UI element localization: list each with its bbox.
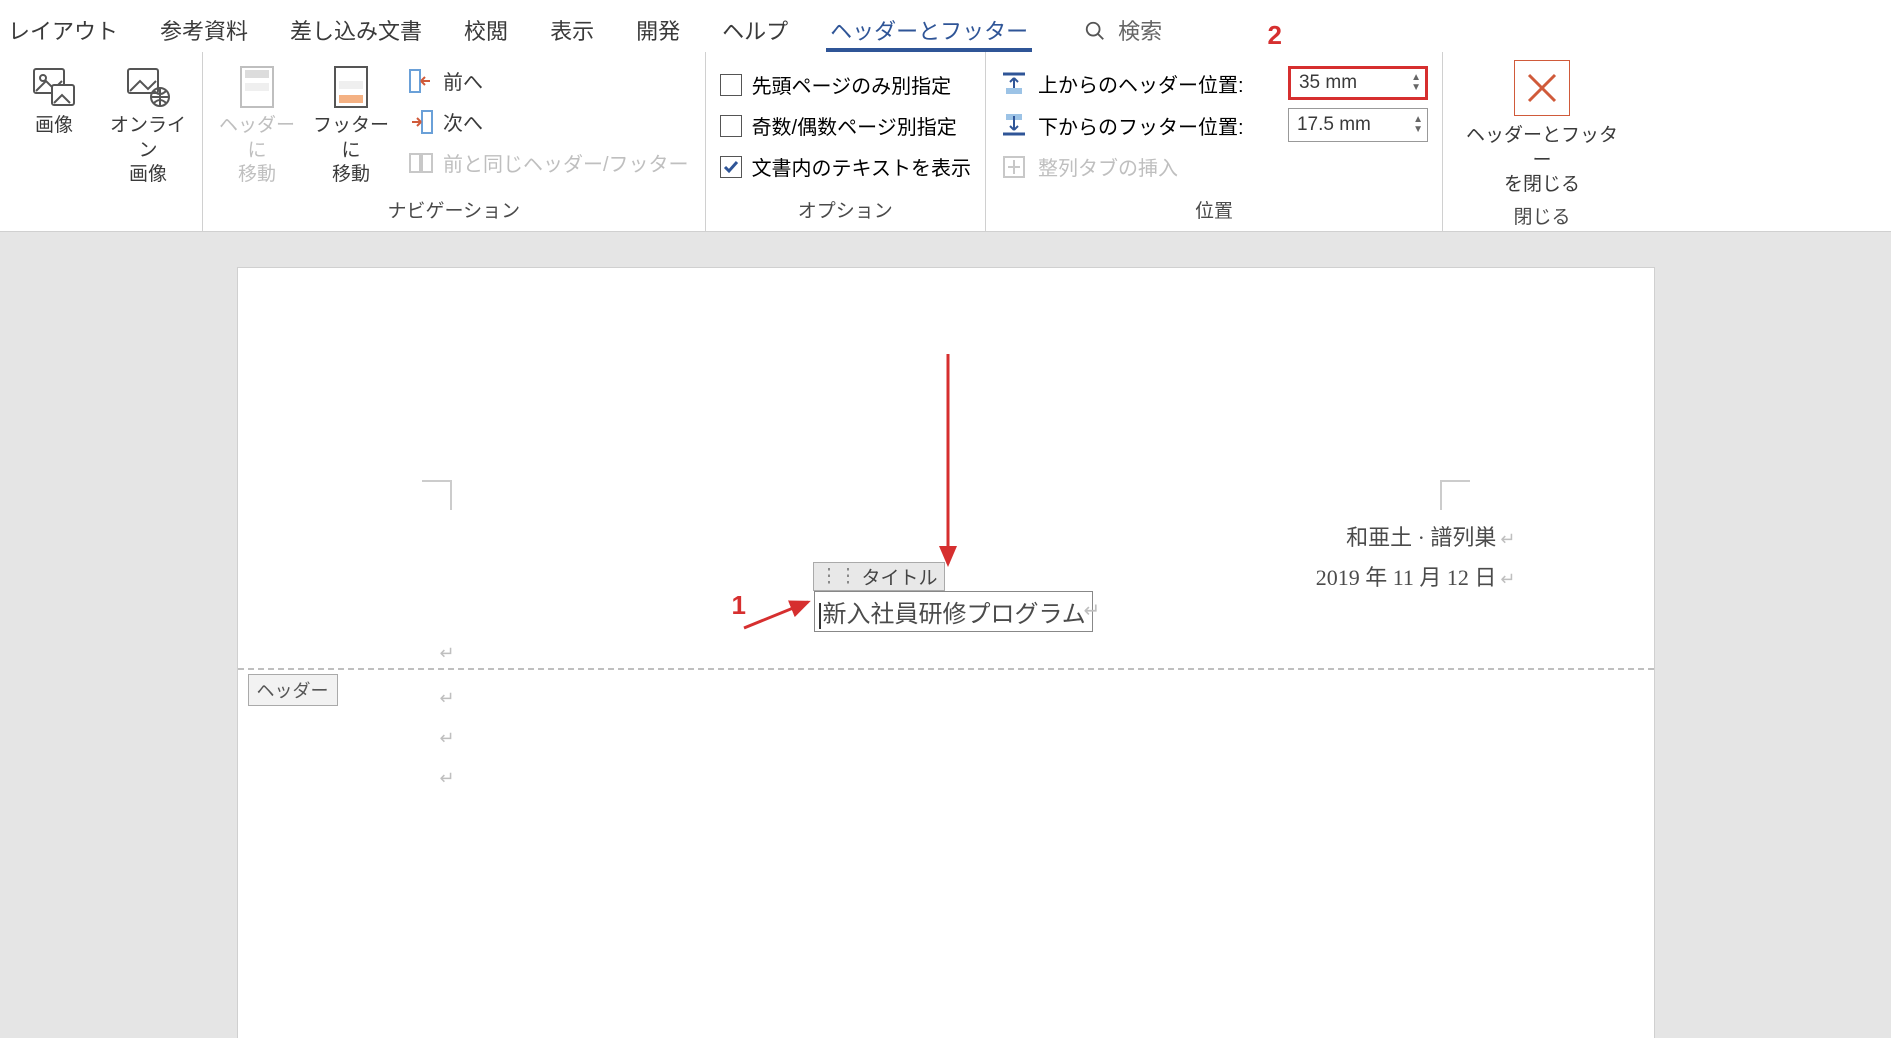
margin-corner-icon (422, 480, 452, 510)
paragraph-mark-icon: ↵ (1496, 529, 1515, 549)
group-navigation: ヘッダーに 移動 フッターに 移動 (203, 52, 706, 231)
footer-position-icon (1000, 111, 1028, 139)
option-show-doc-text-label: 文書内のテキストを表示 (752, 152, 971, 181)
title-content-control-tag[interactable]: ⋮⋮ タイトル (813, 562, 945, 591)
group-navigation-label: ナビゲーション (387, 192, 520, 227)
annotation-number-2: 2 (1268, 20, 1282, 51)
next-button[interactable]: 次へ (405, 101, 691, 142)
header-top-value: 35 mm (1299, 72, 1357, 94)
document-area: ヘッダー 和亜土 · 譜列巣↵ 2019 年 11 月 12 日↵ ⋮⋮ タイト… (0, 268, 1891, 1038)
author-name: 和亜土 · 譜列巣 (1346, 525, 1496, 550)
title-content-control[interactable]: 新入社員研修プログラム (814, 591, 1093, 632)
tab-developer[interactable]: 開発 (632, 8, 684, 52)
close-header-footer-label: ヘッダーとフッター を閉じる (1457, 124, 1627, 198)
annotation-number-1: 1 (732, 590, 746, 621)
header-top-label: 上からのヘッダー位置: (1038, 69, 1278, 98)
text-caret (819, 603, 821, 629)
online-image-button[interactable]: オンライン 画像 (108, 60, 188, 188)
paragraph-mark-icon: ↵ (1496, 569, 1515, 589)
header-region-badge: ヘッダー (248, 674, 338, 706)
group-position-label: 位置 (1195, 192, 1233, 227)
header-position-icon (1000, 69, 1028, 97)
title-tag-label: タイトル (862, 563, 938, 590)
next-label: 次へ (443, 107, 483, 136)
ribbon: 画像 オンライン 画像 (0, 52, 1891, 232)
goto-footer-button[interactable]: フッターに 移動 (311, 60, 391, 188)
align-tab-button: 整列タブの挿入 (1000, 146, 1428, 181)
group-options: 先頭ページのみ別指定 奇数/偶数ページ別指定 文書内のテキストを表示 オプション (706, 52, 986, 231)
footer-bottom-spinner[interactable]: 17.5 mm ▲▼ (1288, 108, 1428, 142)
checkbox-unchecked-icon (720, 74, 742, 96)
previous-button[interactable]: 前へ (405, 60, 691, 101)
tab-references[interactable]: 参考資料 (156, 8, 252, 52)
group-illustrations: 画像 オンライン 画像 (0, 52, 203, 231)
previous-icon (407, 67, 435, 95)
align-tab-icon (1000, 153, 1028, 181)
tab-layout[interactable]: レイアウト (4, 8, 122, 52)
group-options-label: オプション (798, 192, 893, 227)
link-previous-label: 前と同じヘッダー/フッター (443, 148, 689, 177)
group-position: 上からのヘッダー位置: 35 mm ▲▼ 下からのフッター位置: (986, 52, 1443, 231)
paragraph-mark-icon: ↵ (440, 643, 455, 664)
close-icon (1514, 60, 1570, 116)
option-odd-even[interactable]: 奇数/偶数ページ別指定 (720, 105, 971, 146)
footer-bottom-label: 下からのフッター位置: (1038, 111, 1278, 140)
paragraph-mark-icon: ↵ (440, 768, 455, 789)
checkbox-unchecked-icon (720, 115, 742, 137)
group-close-label: 閉じる (1513, 198, 1570, 233)
option-show-doc-text[interactable]: 文書内のテキストを表示 (720, 146, 971, 187)
margin-corner-icon (1440, 480, 1470, 510)
paragraph-mark-icon: ↵ (1084, 598, 1101, 623)
align-tab-label: 整列タブの挿入 (1038, 152, 1178, 181)
online-image-label: オンライン 画像 (108, 114, 188, 188)
header-right-block[interactable]: 和亜土 · 譜列巣↵ 2019 年 11 月 12 日↵ (1316, 518, 1516, 597)
page[interactable]: ヘッダー 和亜土 · 譜列巣↵ 2019 年 11 月 12 日↵ ⋮⋮ タイト… (238, 268, 1654, 1038)
option-odd-even-label: 奇数/偶数ページ別指定 (752, 111, 957, 140)
close-header-footer-button[interactable]: ヘッダーとフッター を閉じる (1457, 60, 1627, 198)
drag-handle-icon[interactable]: ⋮⋮ (820, 565, 858, 588)
search-label[interactable]: 検索 (1118, 14, 1162, 46)
tab-help[interactable]: ヘルプ (718, 8, 792, 52)
group-close: ヘッダーとフッター を閉じる 閉じる (1443, 52, 1641, 231)
tab-header-footer[interactable]: ヘッダーとフッター (826, 8, 1032, 52)
paragraph-mark-icon: ↵ (440, 688, 455, 709)
footer-icon (328, 64, 374, 110)
image-icon (31, 64, 77, 110)
goto-header-button: ヘッダーに 移動 (217, 60, 297, 188)
goto-header-label: ヘッダーに 移動 (217, 114, 297, 188)
goto-footer-label: フッターに 移動 (311, 114, 391, 188)
title-text: 新入社員研修プログラム (823, 602, 1086, 628)
checkbox-checked-icon (720, 156, 742, 178)
link-previous-icon (407, 149, 435, 177)
option-first-page-label: 先頭ページのみ別指定 (752, 70, 952, 99)
paragraph-mark-icon: ↵ (440, 728, 455, 749)
header-icon (234, 64, 280, 110)
tab-view[interactable]: 表示 (546, 8, 598, 52)
header-top-spinner[interactable]: 35 mm ▲▼ (1288, 66, 1428, 100)
previous-label: 前へ (443, 66, 483, 95)
annotation-arrow-2-icon (938, 354, 958, 574)
menu-bar: レイアウト 参考資料 差し込み文書 校閲 表示 開発 ヘルプ ヘッダーとフッター… (0, 0, 1891, 52)
annotation-arrow-1-icon (738, 588, 818, 638)
next-icon (407, 108, 435, 136)
footer-bottom-value: 17.5 mm (1297, 114, 1371, 136)
search-icon[interactable] (1084, 17, 1106, 43)
link-previous-button: 前と同じヘッダー/フッター (405, 142, 691, 183)
option-first-page[interactable]: 先頭ページのみ別指定 (720, 64, 971, 105)
tab-review[interactable]: 校閲 (460, 8, 512, 52)
group-illustrations-spacer (98, 197, 103, 227)
insert-image-button[interactable]: 画像 (14, 60, 94, 139)
tab-mailings[interactable]: 差し込み文書 (286, 8, 426, 52)
header-boundary-line (238, 668, 1654, 670)
spinner-arrows-icon[interactable]: ▲▼ (1413, 115, 1423, 135)
online-image-icon (125, 64, 171, 110)
insert-image-label: 画像 (35, 114, 73, 139)
spinner-arrows-icon[interactable]: ▲▼ (1411, 73, 1421, 93)
document-date: 2019 年 11 月 12 日 (1316, 565, 1497, 590)
